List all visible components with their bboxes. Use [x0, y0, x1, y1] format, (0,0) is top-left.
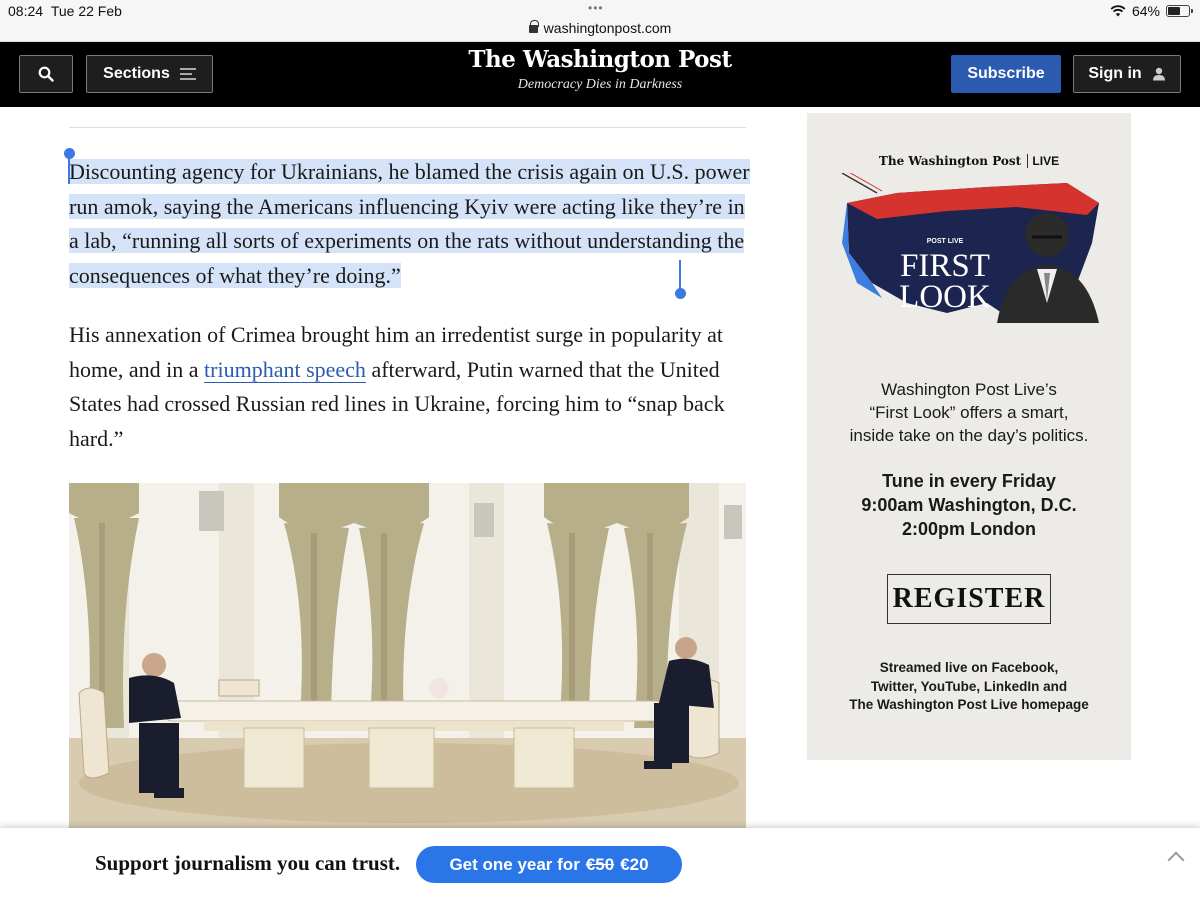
site-tagline: Democracy Dies in Darkness [517, 77, 683, 92]
ad-description: Washington Post Live’s “First Look” offer… [849, 380, 1089, 445]
ad-schedule: Tune in every Friday 9:00am Washington, D… [861, 471, 1077, 539]
subscribe-button[interactable]: Subscribe [951, 55, 1061, 93]
new-price: €20 [620, 854, 649, 874]
chevron-up-icon[interactable] [1167, 851, 1185, 869]
sign-in-button[interactable]: Sign in [1073, 55, 1181, 93]
selection-end-handle[interactable] [675, 288, 686, 299]
site-header: Sections The Washington Post Democracy D… [0, 42, 1200, 107]
selection-start-handle[interactable] [64, 148, 75, 159]
masthead[interactable]: The Washington Post Democracy Dies in Da… [420, 46, 780, 93]
url-text: washingtonpost.com [543, 20, 672, 36]
ad-register-button[interactable]: REGISTER [887, 574, 1051, 624]
triumphant-speech-link[interactable]: triumphant speech [204, 356, 366, 383]
support-text: Support journalism you can trust. [95, 851, 401, 875]
ad-stream-info: Streamed live on Facebook, Twitter, YouTu… [849, 660, 1089, 712]
status-bar: 08:24 Tue 22 Feb ••• washingtonpost.com … [0, 0, 1200, 42]
address-bar[interactable]: washingtonpost.com [0, 20, 1200, 36]
ad-logo: The Washington Post LIVE [878, 154, 1060, 168]
sign-in-label: Sign in [1088, 65, 1142, 82]
battery-icon [1166, 5, 1193, 17]
article-paragraph-selected[interactable]: Discounting agency for Ukrainians, he bl… [69, 155, 759, 293]
lock-icon [528, 20, 539, 33]
advertisement[interactable]: The Washington Post LIVE POST LIVE FIRST… [807, 113, 1131, 760]
article-photo[interactable] [69, 483, 746, 830]
selection-start-bar [68, 156, 70, 184]
site-logo[interactable]: The Washington Post [420, 46, 780, 73]
selection-end-bar [679, 260, 681, 290]
battery-percent: 64% [1131, 3, 1160, 19]
offer-button[interactable]: Get one year for €50 €20 [416, 846, 682, 883]
article-paragraph: His annexation of Crimea brought him an … [69, 322, 725, 451]
selected-text[interactable]: Discounting agency for Ukrainians, he bl… [69, 159, 750, 288]
ad-title-line2: LOOK [899, 279, 991, 315]
old-price: €50 [585, 854, 615, 874]
article-divider [69, 127, 746, 128]
ad-map-graphic: POST LIVE FIRST LOOK [841, 173, 1099, 323]
multitask-dots-icon[interactable]: ••• [588, 1, 604, 15]
menu-icon [179, 68, 196, 80]
subscription-banner: Support journalism you can trust. Get on… [0, 828, 1200, 900]
wifi-icon [1110, 5, 1126, 17]
sections-button[interactable]: Sections [86, 55, 213, 93]
search-icon [38, 66, 54, 82]
ad-kicker: POST LIVE [927, 238, 964, 245]
kremlin-meeting-image [69, 483, 746, 830]
sections-label: Sections [103, 65, 170, 82]
user-icon [1152, 67, 1165, 81]
status-indicators: 64% [1110, 3, 1193, 19]
status-time: 08:24 Tue 22 Feb [8, 3, 122, 19]
search-button[interactable] [19, 55, 73, 93]
